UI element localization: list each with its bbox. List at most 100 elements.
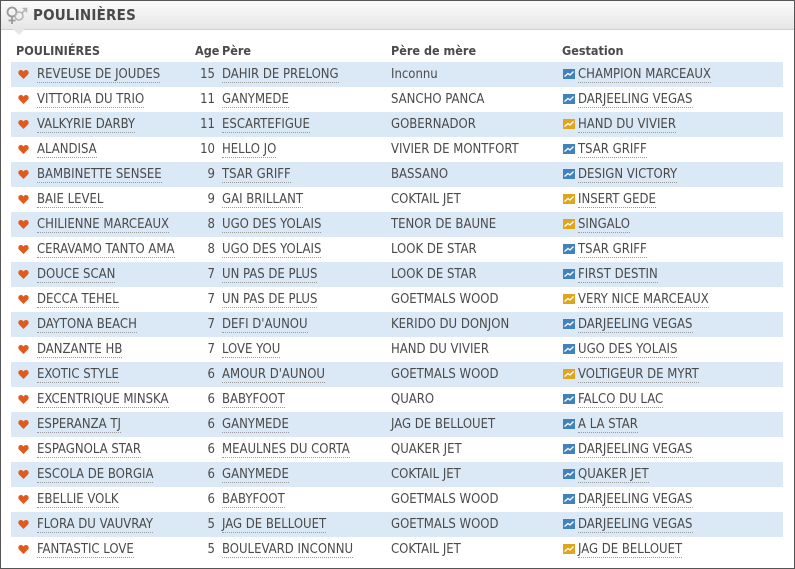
mare-name-link[interactable]: FANTASTIC LOVE: [37, 542, 134, 558]
sire-name-link[interactable]: UN PAS DE PLUS: [222, 292, 318, 308]
favorite-heart-icon[interactable]: [18, 119, 29, 130]
dam-sire-name: BASSANO: [391, 167, 449, 182]
favorite-heart-icon[interactable]: [18, 219, 29, 230]
table-row: EXOTIC STYLE 6 AMOUR D'AUNOU GOETMALS WOOD V…: [11, 362, 783, 387]
sire-name-link[interactable]: MEAULNES DU CORTA: [222, 442, 350, 458]
gestation-stallion-link[interactable]: SINGALO: [578, 217, 630, 233]
mare-name-link[interactable]: REVEUSE DE JOUDES: [37, 67, 161, 83]
mare-name-link[interactable]: CHILIENNE MARCEAUX: [37, 217, 170, 233]
favorite-heart-icon[interactable]: [18, 169, 29, 180]
sire-name-link[interactable]: DEFI D'AUNOU: [222, 317, 308, 333]
mare-age: 5: [207, 517, 215, 532]
favorite-heart-icon[interactable]: [18, 194, 29, 205]
favorite-heart-icon[interactable]: [18, 519, 29, 530]
favorite-heart-icon[interactable]: [18, 344, 29, 355]
favorite-heart-icon[interactable]: [18, 469, 29, 480]
favorite-heart-icon[interactable]: [18, 94, 29, 105]
column-header-pere-de-mere: Père de mère: [391, 43, 477, 58]
sire-name-link[interactable]: UN PAS DE PLUS: [222, 267, 318, 283]
mare-name-link[interactable]: FLORA DU VAUVRAY: [37, 517, 154, 533]
sire-name-link[interactable]: BOULEVARD INCONNU: [222, 542, 354, 558]
gestation-stallion-link[interactable]: DESIGN VICTORY: [578, 167, 678, 183]
dam-sire-name: JAG DE BELLOUET: [391, 417, 496, 432]
sire-name-link[interactable]: UGO DES YOLAIS: [222, 242, 322, 258]
mare-name-link[interactable]: DAYTONA BEACH: [37, 317, 137, 333]
sire-name-link[interactable]: BABYFOOT: [222, 492, 285, 508]
favorite-heart-icon[interactable]: [18, 444, 29, 455]
mare-name-link[interactable]: VALKYRIE DARBY: [37, 117, 136, 133]
mare-age: 7: [207, 267, 215, 282]
gestation-stallion-link[interactable]: CHAMPION MARCEAUX: [578, 67, 711, 83]
dam-sire-name: QUARO: [391, 392, 435, 407]
sire-name-link[interactable]: DAHIR DE PRELONG: [222, 67, 339, 83]
gestation-stallion-link[interactable]: DARJEELING VEGAS: [578, 517, 693, 533]
gestation-stallion-link[interactable]: DARJEELING VEGAS: [578, 492, 693, 508]
sire-name-link[interactable]: HELLO JO: [222, 142, 277, 158]
sire-name-link[interactable]: GANYMEDE: [222, 467, 289, 483]
sire-name-link[interactable]: GANYMEDE: [222, 92, 289, 108]
mare-name-link[interactable]: ESPERANZA TJ: [37, 417, 121, 433]
mare-name-link[interactable]: EBELLIE VOLK: [37, 492, 119, 508]
favorite-heart-icon[interactable]: [18, 369, 29, 380]
sire-name-link[interactable]: UGO DES YOLAIS: [222, 217, 322, 233]
gestation-stallion-link[interactable]: DARJEELING VEGAS: [578, 92, 693, 108]
table-row: DAYTONA BEACH 7 DEFI D'AUNOU KERIDO DU DONJ…: [11, 312, 783, 337]
gestation-stallion-link[interactable]: VERY NICE MARCEAUX: [578, 292, 709, 308]
gestation-status-icon: [563, 494, 575, 504]
favorite-heart-icon[interactable]: [18, 419, 29, 430]
gestation-stallion-link[interactable]: HAND DU VIVIER: [578, 117, 676, 133]
mare-name-link[interactable]: BAIE LEVEL: [37, 192, 104, 208]
sire-name-link[interactable]: JAG DE BELLOUET: [222, 517, 327, 533]
gestation-stallion-link[interactable]: VOLTIGEUR DE MYRT: [578, 367, 699, 383]
favorite-heart-icon[interactable]: [18, 294, 29, 305]
sire-name-link[interactable]: BABYFOOT: [222, 392, 285, 408]
favorite-heart-icon[interactable]: [18, 394, 29, 405]
gestation-stallion-link[interactable]: QUAKER JET: [578, 467, 649, 483]
gestation-stallion-link[interactable]: TSAR GRIFF: [578, 142, 647, 158]
dam-sire-name: GOETMALS WOOD: [391, 367, 499, 382]
sire-name-link[interactable]: AMOUR D'AUNOU: [222, 367, 325, 383]
gestation-status-icon: [563, 269, 575, 279]
gestation-stallion-link[interactable]: JAG DE BELLOUET: [578, 542, 683, 558]
sire-name-link[interactable]: TSAR GRIFF: [222, 167, 291, 183]
mare-name-link[interactable]: EXOTIC STYLE: [37, 367, 119, 383]
gestation-stallion-link[interactable]: TSAR GRIFF: [578, 242, 647, 258]
favorite-heart-icon[interactable]: [18, 544, 29, 555]
mare-age: 7: [207, 292, 215, 307]
mare-name-link[interactable]: CERAVAMO TANTO AMA: [37, 242, 175, 258]
mare-name-link[interactable]: EXCENTRIQUE MINSKA: [37, 392, 169, 408]
sire-name-link[interactable]: GANYMEDE: [222, 417, 289, 433]
favorite-heart-icon[interactable]: [18, 269, 29, 280]
mare-name-link[interactable]: VITTORIA DU TRIO: [37, 92, 145, 108]
favorite-heart-icon[interactable]: [18, 319, 29, 330]
mare-age: 6: [207, 442, 215, 457]
mare-name-link[interactable]: ESCOLA DE BORGIA: [37, 467, 154, 483]
gestation-stallion-link[interactable]: DARJEELING VEGAS: [578, 442, 693, 458]
gestation-stallion-link[interactable]: DARJEELING VEGAS: [578, 317, 693, 333]
table-row: ALANDISA 10 HELLO JO VIVIER DE MONTFORT TSAR…: [11, 137, 783, 162]
mare-name-link[interactable]: ESPAGNOLA STAR: [37, 442, 142, 458]
favorite-heart-icon[interactable]: [18, 69, 29, 80]
favorite-heart-icon[interactable]: [18, 144, 29, 155]
mare-name-link[interactable]: DOUCE SCAN: [37, 267, 116, 283]
mare-age: 7: [207, 342, 215, 357]
mare-name-link[interactable]: DECCA TEHEL: [37, 292, 119, 308]
dam-sire-name: COKTAIL JET: [391, 542, 461, 557]
gestation-stallion-link[interactable]: A LA STAR: [578, 417, 638, 433]
favorite-heart-icon[interactable]: [18, 244, 29, 255]
mare-name-link[interactable]: DANZANTE HB: [37, 342, 123, 358]
mare-name-link[interactable]: BAMBINETTE SENSEE: [37, 167, 162, 183]
favorite-heart-icon[interactable]: [18, 494, 29, 505]
gestation-stallion-link[interactable]: FALCO DU LAC: [578, 392, 664, 408]
mare-name-link[interactable]: ALANDISA: [37, 142, 97, 158]
sire-name-link[interactable]: GAI BRILLANT: [222, 192, 304, 208]
sire-name-link[interactable]: LOVE YOU: [222, 342, 281, 358]
mare-age: 8: [207, 242, 215, 257]
sire-name-link[interactable]: ESCARTEFIGUE: [222, 117, 310, 133]
gestation-stallion-link[interactable]: UGO DES YOLAIS: [578, 342, 678, 358]
gestation-stallion-link[interactable]: FIRST DESTIN: [578, 267, 658, 283]
dam-sire-name: HAND DU VIVIER: [391, 342, 489, 357]
gestation-stallion-link[interactable]: INSERT GEDE: [578, 192, 656, 208]
gestation-status-icon: [563, 544, 575, 554]
gestation-status-icon: [563, 169, 575, 179]
